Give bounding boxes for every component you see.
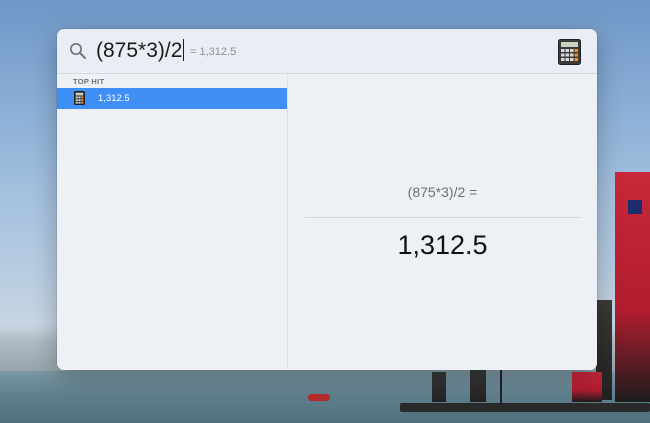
yacht-flag	[628, 200, 642, 214]
yacht-hull	[400, 403, 650, 412]
yacht-mast	[500, 368, 502, 404]
preview-pane: (875*3)/2 = 1,312.5	[288, 74, 597, 370]
preview-divider	[305, 217, 581, 218]
search-input[interactable]: (875*3)/2	[96, 38, 185, 64]
calculator-icon	[558, 39, 581, 65]
yacht-sail	[470, 370, 486, 402]
text-cursor	[183, 39, 185, 61]
top-hit-result-row[interactable]: 1,312.5	[57, 88, 287, 109]
motorboat	[308, 394, 330, 401]
results-list: TOP HIT 1,312.5	[57, 74, 288, 370]
yacht-sail	[572, 372, 602, 402]
spotlight-window: (875*3)/2 = 1,312.5 TOP HIT 1,312.5 (875…	[57, 29, 597, 370]
calculator-icon	[74, 91, 85, 105]
section-header-top-hit: TOP HIT	[73, 77, 105, 86]
yacht-sail	[432, 372, 446, 402]
top-hit-label: 1,312.5	[98, 93, 130, 104]
search-query-text: (875*3)/2	[96, 39, 183, 62]
preview-expression: (875*3)/2 =	[407, 184, 478, 200]
inline-result: = 1,312.5	[190, 46, 237, 58]
search-icon	[69, 42, 86, 59]
preview-result: 1,312.5	[397, 230, 488, 260]
search-bar[interactable]: (875*3)/2 = 1,312.5	[57, 29, 597, 74]
